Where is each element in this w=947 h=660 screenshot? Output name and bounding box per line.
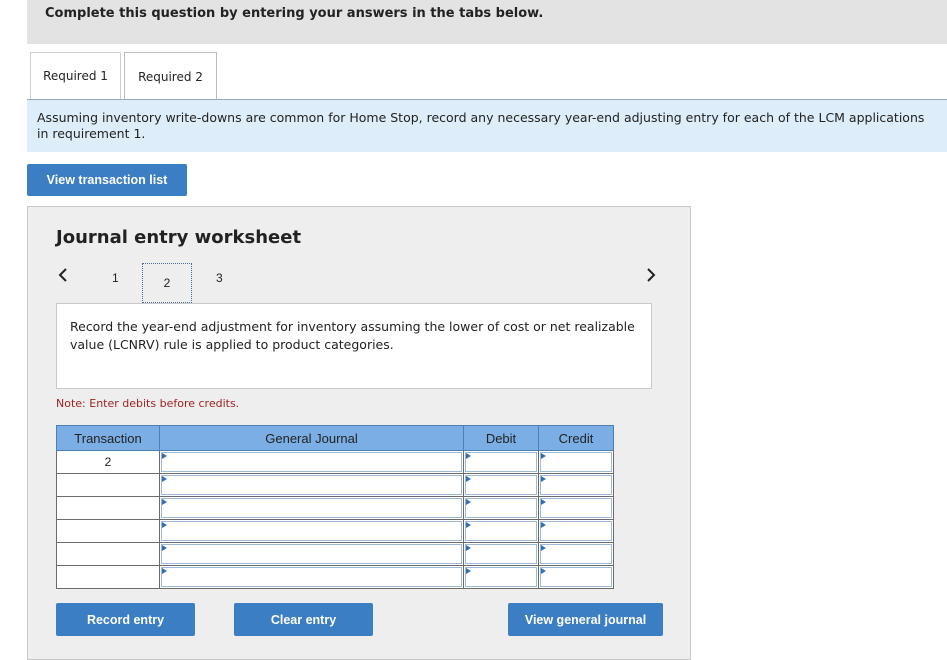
debits-note: Note: Enter debits before credits. [56,397,240,410]
table-row [56,565,614,589]
table-row [56,542,614,566]
credit-cell[interactable] [538,542,614,566]
general-journal-cell[interactable] [159,542,464,566]
credit-cell[interactable] [538,450,614,474]
transaction-cell [56,496,160,520]
tab-required-2-label: Required 2 [138,69,203,84]
tab-required-2[interactable]: Required 2 [124,52,217,100]
chevron-left-icon[interactable] [58,267,68,286]
general-journal-cell[interactable] [159,565,464,589]
record-entry-button[interactable]: Record entry [56,603,195,636]
view-general-journal-button[interactable]: View general journal [508,603,663,636]
credit-cell[interactable] [538,496,614,520]
general-journal-cell[interactable] [159,473,464,497]
account-select[interactable] [161,452,462,472]
account-select[interactable] [161,475,462,495]
debit-cell[interactable] [463,519,539,543]
debit-cell[interactable] [463,565,539,589]
account-select[interactable] [161,521,462,541]
page-2-current[interactable]: 2 [142,263,192,303]
header-instruction: Complete this question by entering your … [45,6,544,21]
transaction-cell: 2 [56,450,160,474]
column-header-general-journal: General Journal [159,425,464,451]
table-row: 2 [56,450,614,474]
entry-description: Record the year-end adjustment for inven… [56,303,652,389]
instruction-text: Assuming inventory write-downs are commo… [37,110,925,141]
credit-input[interactable] [540,567,612,587]
debit-input[interactable] [465,521,537,541]
debit-cell[interactable] [463,450,539,474]
table-row [56,496,614,520]
account-select[interactable] [161,544,462,564]
debit-cell[interactable] [463,542,539,566]
credit-cell[interactable] [538,519,614,543]
table-row [56,519,614,543]
credit-cell[interactable] [538,473,614,497]
debit-input[interactable] [465,544,537,564]
credit-cell[interactable] [538,565,614,589]
instruction-box: Assuming inventory write-downs are commo… [27,100,947,152]
debit-cell[interactable] [463,496,539,520]
credit-input[interactable] [540,498,612,518]
credit-input[interactable] [540,452,612,472]
tab-required-1[interactable]: Required 1 [30,52,121,99]
account-select[interactable] [161,498,462,518]
table-row [56,473,614,497]
transaction-cell [56,473,160,497]
transaction-cell [56,542,160,566]
chevron-right-icon[interactable] [646,267,656,286]
debit-input[interactable] [465,475,537,495]
transaction-cell [56,519,160,543]
transaction-cell [56,565,160,589]
view-transaction-list-button[interactable]: View transaction list [27,164,187,196]
debit-input[interactable] [465,452,537,472]
column-header-debit: Debit [463,425,539,451]
page-1-link[interactable]: 1 [112,271,119,285]
tab-required-1-label: Required 1 [43,69,108,83]
account-select[interactable] [161,567,462,587]
credit-input[interactable] [540,475,612,495]
debit-input[interactable] [465,567,537,587]
general-journal-cell[interactable] [159,496,464,520]
entry-description-text: Record the year-end adjustment for inven… [70,319,635,352]
debit-cell[interactable] [463,473,539,497]
journal-entry-worksheet: Journal entry worksheet 1 2 3 Record the… [27,206,691,660]
debit-input[interactable] [465,498,537,518]
journal-table: Transaction General Journal Debit Credit… [56,425,614,589]
column-header-credit: Credit [538,425,614,451]
page-3-link[interactable]: 3 [216,271,223,285]
credit-input[interactable] [540,521,612,541]
general-journal-cell[interactable] [159,519,464,543]
credit-input[interactable] [540,544,612,564]
question-header: Complete this question by entering your … [27,0,947,44]
worksheet-title: Journal entry worksheet [56,227,302,248]
column-header-transaction: Transaction [56,425,160,451]
general-journal-cell[interactable] [159,450,464,474]
clear-entry-button[interactable]: Clear entry [234,603,373,636]
page-2-label: 2 [163,276,171,290]
